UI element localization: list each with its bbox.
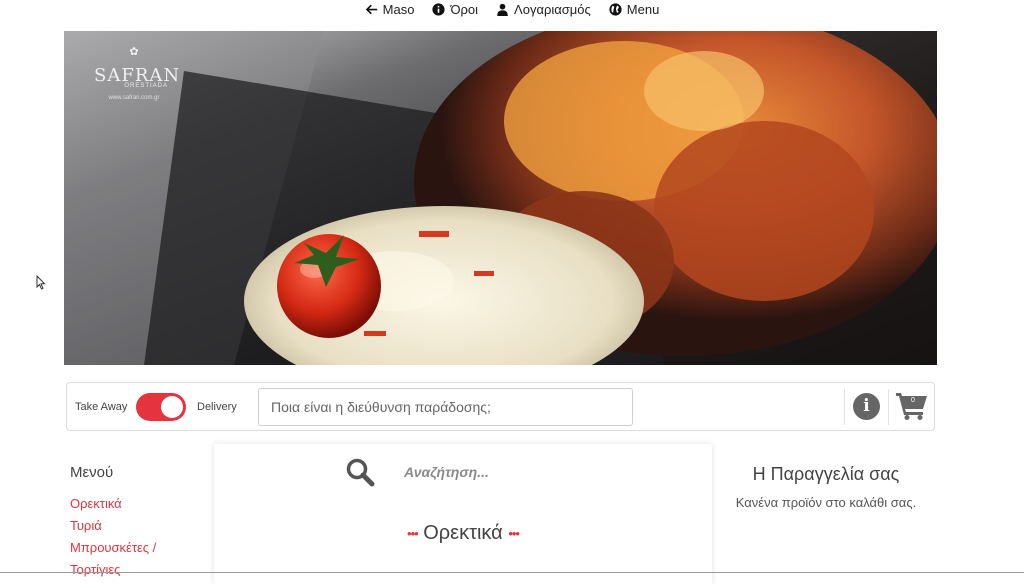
safran-logo: ✿ SAFRAN ORESTIADA www.safran.com.gr bbox=[94, 46, 179, 117]
divider bbox=[888, 389, 889, 425]
bottom-divider bbox=[0, 572, 1024, 573]
order-summary: Η Παραγγελία σας Κανένα προϊόν στο καλάθ… bbox=[720, 464, 932, 510]
delivery-label: Delivery bbox=[197, 401, 237, 413]
nav-item-account[interactable]: Λογαριασμός bbox=[496, 2, 591, 17]
cart-button[interactable]: 0 bbox=[896, 392, 930, 422]
info-icon: i bbox=[863, 396, 870, 416]
hero-food-image bbox=[64, 31, 937, 365]
nav-label-maso: Maso bbox=[382, 1, 415, 17]
order-empty-message: Κανένα προϊόν στο καλάθι σας. bbox=[735, 495, 917, 510]
arrow-left-icon bbox=[365, 4, 377, 14]
order-bar: Take Away Delivery i 0 bbox=[66, 382, 935, 431]
section-title-text: Ορεκτικά bbox=[423, 522, 503, 544]
title-dots-right: ••• bbox=[508, 526, 520, 542]
top-navigation: Maso Όροι Λογαριασμός Menu bbox=[0, 0, 1024, 18]
toggle-knob bbox=[161, 396, 183, 418]
nav-item-maso[interactable]: Maso bbox=[365, 1, 415, 17]
takeaway-label: Take Away bbox=[75, 401, 128, 413]
info-circle-icon bbox=[432, 2, 446, 16]
mouse-cursor-icon bbox=[36, 275, 46, 290]
nav-label-terms: Όροι bbox=[450, 1, 479, 17]
order-title: Η Παραγγελία σας bbox=[752, 464, 900, 484]
delivery-address-input[interactable] bbox=[258, 388, 633, 426]
info-button[interactable]: i bbox=[853, 393, 880, 420]
cart-count-badge: 0 bbox=[911, 397, 915, 404]
nav-label-menu: Menu bbox=[626, 1, 660, 17]
divider bbox=[844, 389, 845, 425]
sidebar-item-tortillas[interactable]: Τορτίγιες bbox=[70, 559, 200, 581]
sidebar-item-bruschetta[interactable]: Μπρουσκέτες / bbox=[70, 537, 200, 559]
delivery-toggle[interactable] bbox=[136, 393, 186, 421]
product-search-input[interactable] bbox=[402, 459, 602, 485]
search-icon[interactable] bbox=[345, 457, 375, 487]
nav-item-terms[interactable]: Όροι bbox=[432, 2, 478, 17]
products-panel: ••• Ορεκτικά ••• bbox=[214, 444, 712, 584]
menu-sidebar: Μενού Ορεκτικά Τυριά Μπρουσκέτες / Τορτί… bbox=[70, 464, 200, 581]
nav-label-account: Λογαριασμός bbox=[514, 1, 591, 17]
logo-flower-icon: ✿ bbox=[129, 46, 139, 58]
sidebar-item-cheeses[interactable]: Τυριά bbox=[70, 515, 200, 537]
logo-url: www.safran.com.gr bbox=[108, 95, 160, 101]
globe-icon bbox=[609, 2, 622, 16]
section-title: ••• Ορεκτικά ••• bbox=[214, 522, 712, 545]
sidebar-title: Μενού bbox=[70, 464, 114, 481]
sidebar-item-appetizers[interactable]: Ορεκτικά bbox=[70, 493, 200, 515]
title-dots-left: ••• bbox=[407, 526, 419, 542]
nav-item-menu[interactable]: Menu bbox=[609, 1, 660, 17]
hero-banner: ✿ SAFRAN ORESTIADA www.safran.com.gr bbox=[64, 31, 937, 365]
user-icon bbox=[497, 3, 508, 16]
